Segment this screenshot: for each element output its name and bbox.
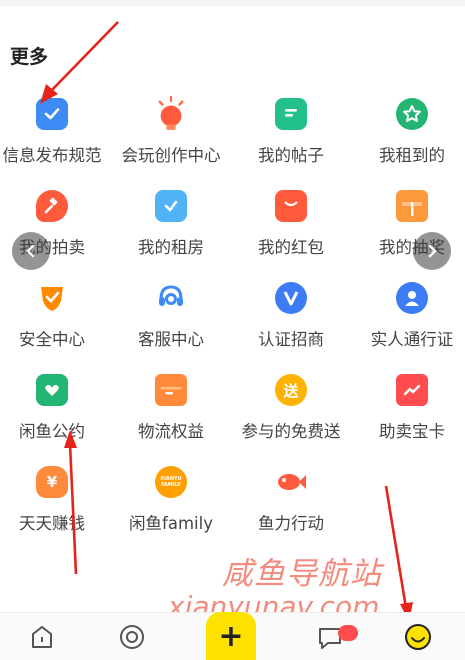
annotation-arrow-right [384, 485, 413, 622]
tab-discover[interactable] [118, 623, 148, 653]
tab-profile[interactable] [404, 623, 434, 653]
watermark-title: 咸鱼导航站 [222, 556, 382, 592]
publish-plus-icon: + [218, 618, 244, 654]
annotation-arrow-left [64, 430, 78, 575]
message-badge [338, 625, 358, 641]
profile-smile-icon [405, 624, 431, 650]
tab-home[interactable] [28, 623, 58, 653]
publish-button[interactable]: + [206, 612, 256, 660]
home-icon [32, 626, 52, 648]
annotation-arrow-top [40, 21, 119, 104]
circle-target-icon [120, 625, 144, 649]
